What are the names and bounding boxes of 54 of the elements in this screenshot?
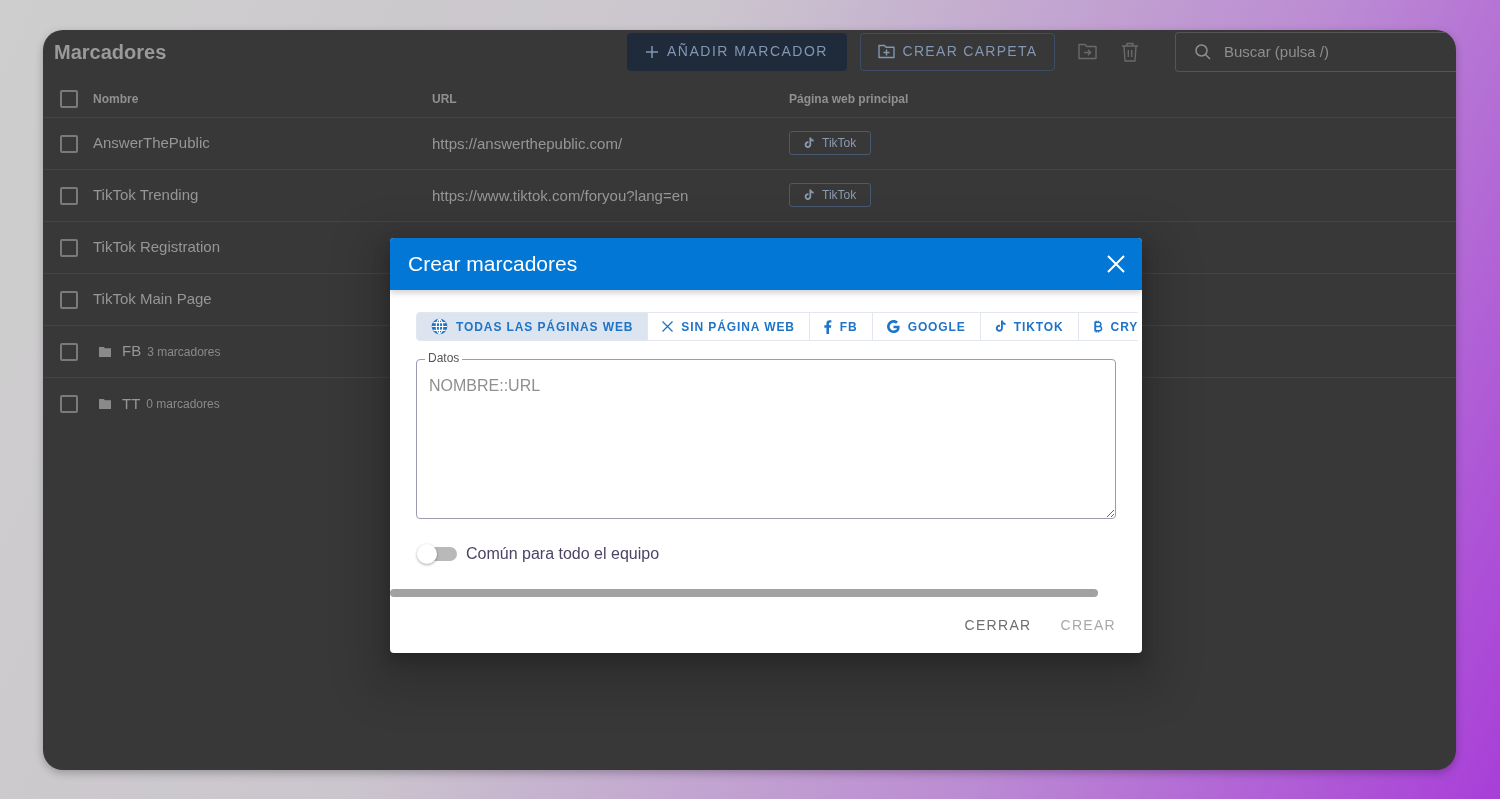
music-note-icon (804, 137, 814, 149)
column-header: Página web principal (789, 90, 910, 108)
bitcoin-icon (1092, 319, 1103, 334)
bookmark-name: TikTok Trending (93, 185, 199, 206)
tab[interactable]: TODAS LAS PÁGINAS WEB (416, 312, 649, 341)
checkbox[interactable] (60, 186, 78, 205)
close-button[interactable] (1107, 255, 1125, 273)
tab[interactable]: SIN PÁGINA WEB (647, 312, 810, 341)
bookmark-name: TikTok Registration (93, 237, 220, 258)
url-text: https://answerthepublic.com/ (432, 134, 623, 152)
g-logo-icon (886, 320, 900, 333)
tab[interactable]: FB (808, 312, 873, 341)
add-button[interactable]: AÑADIR MARCADOR (627, 32, 847, 71)
folder-icon (99, 346, 111, 357)
x-mark-icon (662, 321, 674, 332)
tab[interactable]: GOOGLE (871, 312, 981, 341)
folder-plus-icon (877, 44, 895, 59)
checkbox[interactable] (60, 290, 78, 309)
trash-icon[interactable] (1121, 41, 1139, 62)
horizontal-scrollbar[interactable] (390, 589, 1098, 597)
checkbox[interactable] (60, 342, 78, 361)
f-logo-icon (823, 319, 832, 334)
checkbox[interactable] (60, 238, 78, 257)
create-folder-button[interactable]: CREAR CARPETA (860, 32, 1055, 71)
site-tag: TikTok (789, 183, 872, 207)
close-text-button[interactable]: CERRAR (956, 607, 1040, 643)
site-tag: TikTok (789, 131, 872, 155)
bookmark-count: 0 marcadores (146, 396, 220, 413)
bookmark-name: TikTok Main Page (93, 289, 212, 310)
checkbox[interactable] (60, 134, 78, 153)
folder-arrow-icon[interactable] (1078, 43, 1097, 60)
bookmark-name: AnswerThePublic (93, 133, 210, 154)
column-header: URL (432, 90, 458, 108)
toggle-switch[interactable] (416, 543, 457, 565)
page-title: Marcadores (54, 39, 168, 64)
column-header: Nombre (93, 90, 140, 108)
tab[interactable]: CRY (1077, 312, 1139, 341)
tab[interactable]: TIKTOK (979, 312, 1079, 341)
folder-icon (99, 399, 111, 409)
checkbox[interactable] (60, 395, 78, 413)
music-note-icon (994, 320, 1006, 333)
dialog-title: Crear marcadores (408, 251, 579, 277)
search-icon (1195, 43, 1211, 60)
plus-icon (646, 45, 658, 58)
close-icon (1107, 255, 1125, 273)
folder-name[interactable]: TT (122, 392, 141, 416)
checkbox[interactable] (60, 89, 78, 108)
folder-name[interactable]: FB (122, 340, 142, 363)
url-text: https://www.tiktok.com/foryou?lang=en (432, 186, 689, 204)
toggle-label: Común para todo el equipo (466, 544, 660, 564)
bookmark-count: 3 marcadores (147, 343, 221, 361)
music-note-icon (804, 189, 814, 201)
globe-icon (431, 318, 448, 335)
search-field[interactable]: Buscar (pulsa /) (1175, 31, 1456, 72)
